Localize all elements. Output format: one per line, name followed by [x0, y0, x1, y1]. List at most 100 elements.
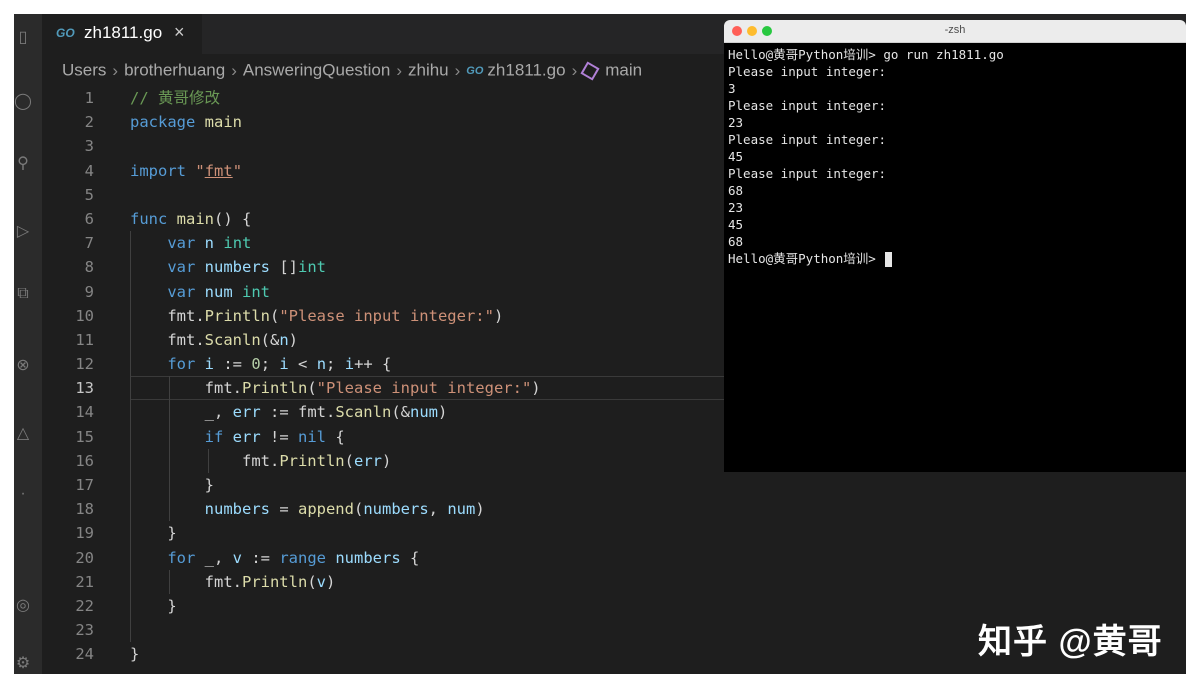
line-number: 19	[75, 524, 94, 543]
line-number: 8	[84, 258, 94, 277]
code-line[interactable]: 16 fmt.Println(err)	[42, 448, 726, 473]
remote-icon[interactable]: ⊗	[14, 356, 32, 376]
code-line[interactable]: 9 var num int	[42, 279, 726, 304]
terminal-line-text: 23	[728, 115, 744, 130]
breadcrumb-users[interactable]: Users	[62, 61, 106, 80]
code-line[interactable]: 10 fmt.Println("Please input integer:")	[42, 303, 726, 328]
terminal-line: 68	[728, 233, 1182, 250]
code-text: fmt.Println("Please input integer:")	[130, 306, 504, 325]
code-line[interactable]: 6 func main() {	[42, 207, 726, 231]
warning-icon[interactable]: △	[14, 424, 32, 444]
code-line[interactable]: 24}	[42, 642, 726, 666]
code-line[interactable]: 15 if err != nil {	[42, 424, 726, 449]
tab-zh1811-go[interactable]: GO zh1811.go ×	[42, 14, 202, 54]
line-number: 12	[75, 355, 94, 374]
line-number: 15	[75, 427, 94, 446]
terminal-line-text: 68	[728, 234, 744, 249]
terminal-line-text: 68	[728, 183, 744, 198]
code-line[interactable]: 13 fmt.Println("Please input integer:")	[42, 376, 736, 401]
code-line[interactable]: 18 numbers = append(numbers, num)	[42, 497, 726, 522]
chevron-right-icon: ›	[396, 60, 402, 80]
account-icon[interactable]: ◎	[14, 596, 32, 616]
code-text: }	[130, 596, 177, 615]
code-line[interactable]: 12 for i := 0; i < n; i++ {	[42, 352, 726, 377]
code-text: for _, v := range numbers {	[167, 548, 420, 567]
terminal-line-text: 45	[728, 217, 744, 232]
settings-gear-icon[interactable]: ⚙	[14, 654, 32, 674]
code-line[interactable]: 8 var numbers []int	[42, 255, 726, 280]
terminal-line-text: Please input integer:	[728, 132, 887, 147]
code-text: _, err := fmt.Scanln(&num)	[130, 403, 448, 422]
code-area[interactable]: 1 // 黄哥修改 2 package main 3 4 import "fmt" 5 6 fun…	[42, 86, 736, 667]
line-number: 23	[75, 621, 94, 640]
code-text: numbers = append(numbers, num)	[204, 500, 485, 519]
line-number: 18	[75, 500, 94, 519]
code-line[interactable]: 1 // 黄哥修改	[42, 86, 726, 110]
chevron-right-icon: ›	[571, 60, 578, 80]
terminal-line: 68	[728, 182, 1182, 199]
go-file-icon: GO	[56, 26, 75, 40]
code-line[interactable]: 22 }	[42, 593, 726, 619]
code-text: fmt.Scanln(&n)	[130, 330, 299, 349]
line-number: 1	[84, 89, 94, 107]
code-text: import "fmt"	[130, 161, 243, 180]
terminal-window[interactable]: -zsh Hello@黄哥Python培训> go run zh1811.go P…	[724, 20, 1186, 472]
line-number: 4	[84, 161, 94, 180]
breadcrumb: Users › brotherhuang › AnsweringQuestion › zhi…	[62, 60, 642, 84]
code-text: package main	[130, 113, 242, 132]
terminal-line-text: 45	[728, 149, 744, 164]
activity-bar: ▯ ◯ ⚲ ▷ ⧉ ⊗ △ · ◎ ⚙	[14, 14, 42, 674]
run-debug-icon[interactable]: ▷	[14, 222, 32, 242]
code-line[interactable]: 4 import "fmt"	[42, 159, 726, 183]
line-number: 24	[75, 645, 94, 664]
code-line[interactable]: 3	[42, 134, 726, 158]
code-text: // 黄哥修改	[130, 89, 220, 107]
code-line[interactable]: 23	[42, 618, 726, 643]
terminal-line: Hello@黄哥Python培训>	[728, 250, 1182, 267]
code-text: fmt.Println(v)	[130, 572, 336, 591]
terminal-line: 23	[728, 114, 1182, 131]
terminal-line-text: 3	[728, 81, 736, 96]
breadcrumb-answeringquestion[interactable]: AnsweringQuestion	[243, 61, 390, 80]
go-file-icon: GO	[466, 64, 484, 77]
chevron-right-icon: ›	[454, 60, 461, 80]
breadcrumb-main[interactable]: main	[605, 61, 642, 80]
breadcrumb-brotherhuang[interactable]: brotherhuang	[124, 61, 225, 80]
terminal-line: Hello@黄哥Python培训> go run zh1811.go	[728, 46, 1182, 63]
terminal-line: Please input integer:	[728, 97, 1182, 114]
terminal-line: Please input integer:	[728, 63, 1182, 80]
code-line[interactable]: 19 }	[42, 521, 726, 546]
line-number: 22	[75, 596, 94, 615]
terminal-line-text: Please input integer:	[728, 64, 887, 79]
code-line[interactable]: 14 _, err := fmt.Scanln(&num)	[42, 400, 726, 425]
chevron-right-icon: ›	[112, 60, 119, 80]
code-text: for i := 0; i < n; i++ {	[167, 355, 392, 374]
explorer-icon[interactable]: ▯	[14, 28, 32, 48]
code-text: var n int	[167, 234, 252, 253]
terminal-output[interactable]: Hello@黄哥Python培训> go run zh1811.go Please…	[728, 46, 1182, 267]
tab-title: zh1811.go	[84, 23, 163, 42]
symbol-method-icon	[580, 60, 600, 81]
code-text: var num int	[167, 282, 271, 301]
terminal-line: 45	[728, 148, 1182, 165]
code-line[interactable]: 20 for _, v := range numbers {	[42, 545, 726, 570]
terminal-line-text: Please input integer:	[728, 98, 887, 113]
extensions-icon[interactable]: ⧉	[14, 284, 32, 304]
close-icon[interactable]: ×	[174, 22, 185, 43]
terminal-title: -zsh	[944, 24, 966, 36]
code-line[interactable]: 5	[42, 183, 726, 207]
code-line[interactable]: 11 fmt.Scanln(&n)	[42, 327, 726, 353]
breadcrumb-file[interactable]: zh1811.go	[487, 61, 565, 80]
search-icon[interactable]: ◯	[14, 92, 32, 112]
breadcrumb-zhihu[interactable]: zhihu	[408, 61, 449, 80]
source-control-icon[interactable]: ⚲	[14, 154, 32, 174]
line-number: 17	[75, 476, 94, 494]
code-line[interactable]: 17 }	[42, 473, 726, 498]
code-text: }	[130, 524, 177, 543]
more-icon[interactable]: ·	[14, 484, 32, 504]
code-line[interactable]: 2 package main	[42, 110, 726, 134]
code-line[interactable]: 7 var n int	[42, 231, 726, 256]
code-line[interactable]: 21 fmt.Println(v)	[42, 569, 726, 594]
code-text: }	[130, 645, 140, 664]
code-text: if err != nil {	[204, 427, 345, 446]
